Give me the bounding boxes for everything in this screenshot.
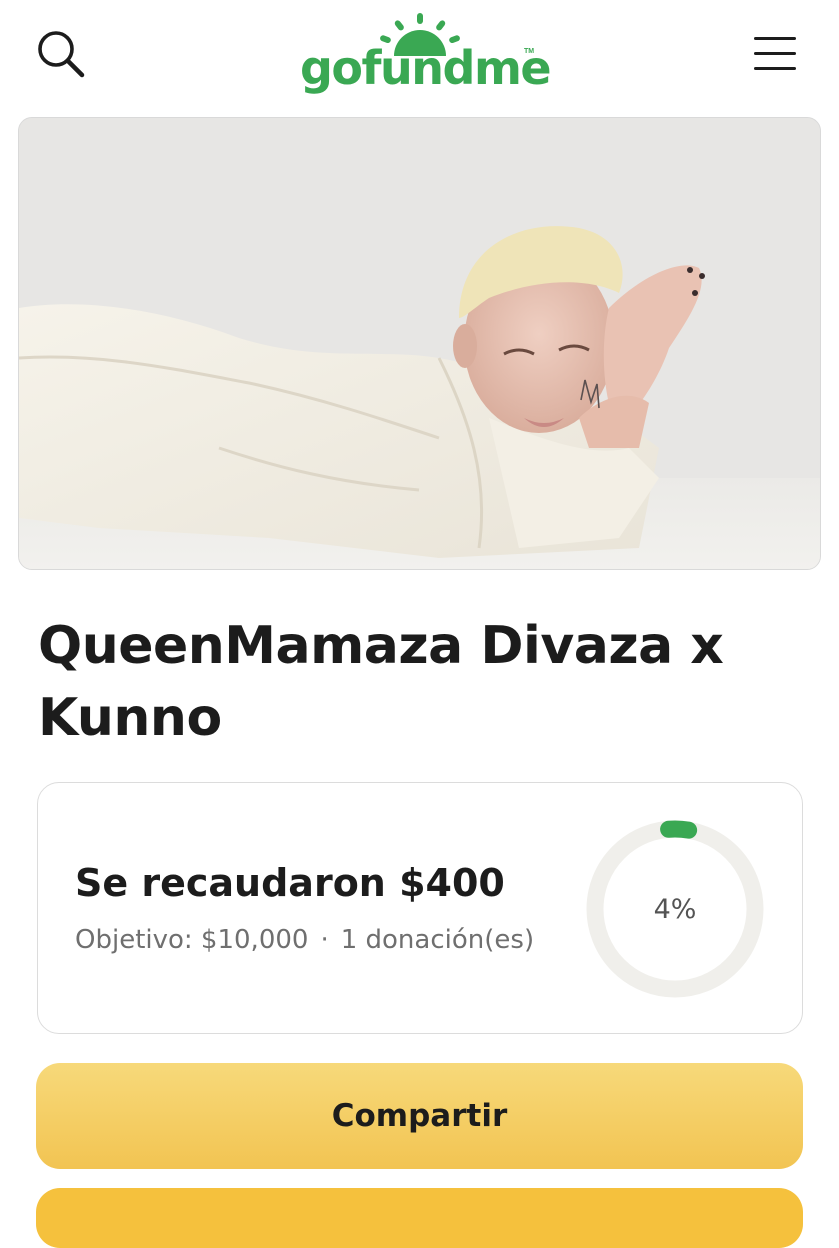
donate-button[interactable] xyxy=(36,1188,803,1248)
hamburger-menu-icon xyxy=(754,37,796,70)
donation-count[interactable]: 1 donación(es) xyxy=(341,925,534,955)
menu-button[interactable] xyxy=(750,32,802,76)
meta-separator: · xyxy=(320,925,329,955)
campaign-title: QueenMamaza Divaza x Kunno xyxy=(38,616,724,748)
search-icon xyxy=(38,31,85,78)
search-button[interactable] xyxy=(34,28,90,84)
amount-raised: Se recaudaron $400 xyxy=(75,861,505,905)
logo-trademark: TM xyxy=(524,48,535,55)
campaign-photo xyxy=(18,117,821,570)
progress-card: Se recaudaron $400 Objetivo: $10,000 · 1 d… xyxy=(37,782,803,1034)
gofundme-logo[interactable]: gofundme TM xyxy=(296,12,552,100)
top-bar: gofundme TM xyxy=(0,0,839,110)
goal-and-donations: Objetivo: $10,000 · 1 donación(es) xyxy=(75,925,534,955)
progress-percent: 4% xyxy=(653,893,697,925)
share-button[interactable]: Compartir xyxy=(36,1063,803,1169)
goal-text: Objetivo: $10,000 xyxy=(75,925,309,955)
logo-wordmark: gofundme xyxy=(300,41,552,95)
